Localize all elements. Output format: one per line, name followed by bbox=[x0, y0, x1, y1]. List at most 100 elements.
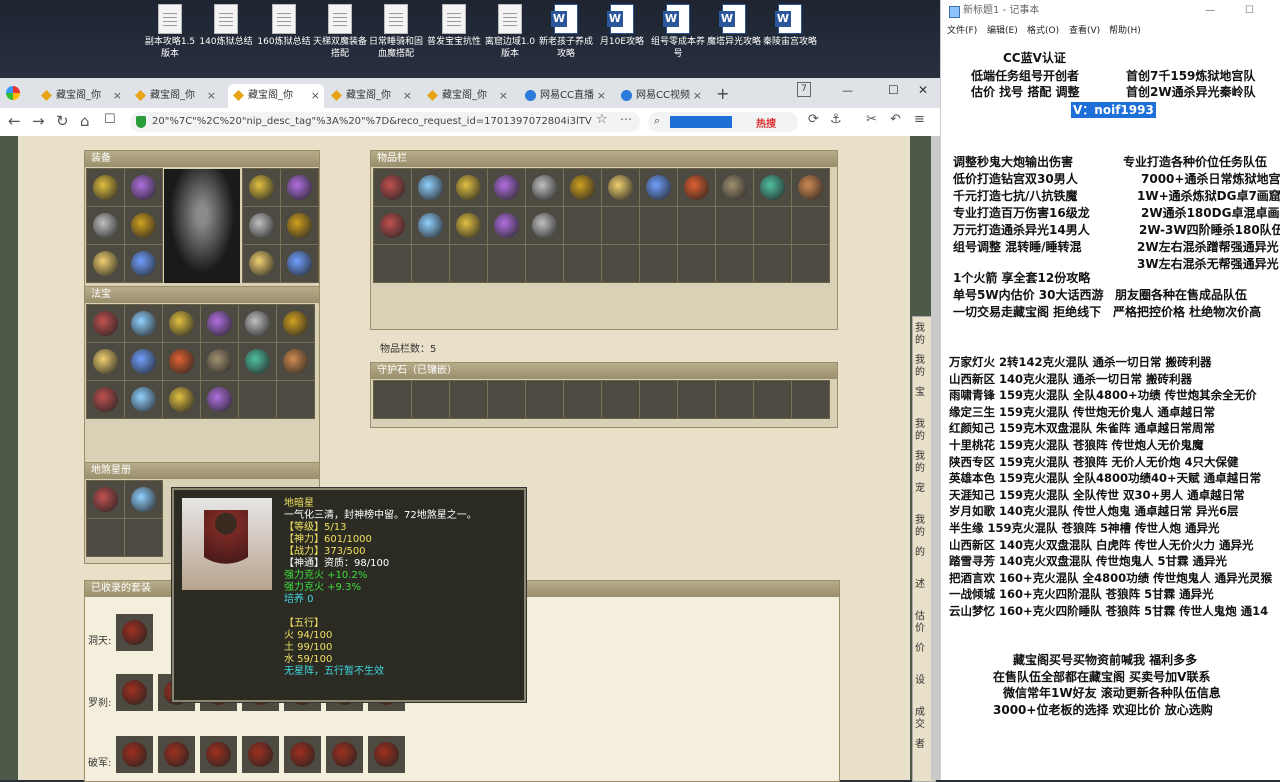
minimize-button[interactable]: — bbox=[842, 84, 853, 97]
guardian-slot[interactable] bbox=[374, 381, 411, 418]
item-slot[interactable] bbox=[754, 207, 791, 244]
set-item[interactable] bbox=[116, 674, 153, 711]
fabao-slot[interactable] bbox=[239, 343, 276, 380]
item-slot[interactable] bbox=[564, 245, 601, 282]
equip-slot[interactable] bbox=[281, 207, 318, 244]
item-slot[interactable] bbox=[678, 207, 715, 244]
equip-slot[interactable] bbox=[125, 169, 162, 206]
browser-tab[interactable]: 藏宝阁_你 × bbox=[36, 84, 126, 108]
item-slot[interactable] bbox=[716, 207, 753, 244]
guardian-slot[interactable] bbox=[412, 381, 449, 418]
item-slot[interactable] bbox=[412, 169, 449, 206]
back-icon[interactable]: ← bbox=[8, 112, 21, 130]
item-slot[interactable] bbox=[792, 245, 829, 282]
browser-tab[interactable]: 网易CC视频 × bbox=[616, 84, 706, 108]
guardian-slot[interactable] bbox=[450, 381, 487, 418]
browser-tab[interactable]: 藏宝阁_你 × bbox=[130, 84, 220, 108]
set-item[interactable] bbox=[368, 736, 405, 773]
guardian-slot[interactable] bbox=[792, 381, 829, 418]
fabao-slot[interactable] bbox=[239, 381, 276, 418]
item-slot[interactable] bbox=[488, 245, 525, 282]
hot-search-label[interactable]: 热搜 bbox=[756, 115, 776, 130]
set-item[interactable] bbox=[116, 736, 153, 773]
fabao-slot[interactable] bbox=[239, 305, 276, 342]
home-icon[interactable]: ⌂ bbox=[80, 112, 90, 130]
menu-icon[interactable]: ≡ bbox=[914, 112, 925, 127]
tab-close-icon[interactable]: × bbox=[693, 84, 702, 108]
fabao-slot[interactable] bbox=[277, 343, 314, 380]
guardian-slot[interactable] bbox=[602, 381, 639, 418]
desktop-icon[interactable]: 天梯双魔装备搭配 bbox=[312, 4, 368, 60]
fabao-slot[interactable] bbox=[87, 343, 124, 380]
notepad-menu-item[interactable]: 帮助(H) bbox=[1109, 22, 1141, 40]
tab-close-icon[interactable]: × bbox=[499, 84, 508, 108]
item-slot[interactable] bbox=[412, 245, 449, 282]
disha-slot[interactable] bbox=[87, 519, 124, 556]
equip-slot[interactable] bbox=[125, 245, 162, 282]
browser-tab[interactable]: 网易CC直播 × bbox=[520, 84, 610, 108]
notepad-menu-item[interactable]: 查看(V) bbox=[1069, 22, 1100, 40]
browser-tab[interactable]: 藏宝阁_你 × bbox=[326, 84, 416, 108]
item-slot[interactable] bbox=[602, 207, 639, 244]
tab-close-icon[interactable]: × bbox=[597, 84, 606, 108]
item-slot[interactable] bbox=[564, 207, 601, 244]
set-item[interactable] bbox=[326, 736, 363, 773]
desktop-icon[interactable]: 离窟边域1.0版本 bbox=[482, 4, 538, 60]
desktop-icon[interactable]: 160炼狱总结 bbox=[256, 4, 312, 48]
item-slot[interactable] bbox=[792, 169, 829, 206]
guardian-slot[interactable] bbox=[488, 381, 525, 418]
desktop-icon[interactable]: 140炼狱总结 bbox=[198, 4, 254, 48]
guardian-slot[interactable] bbox=[564, 381, 601, 418]
equip-slot[interactable] bbox=[281, 169, 318, 206]
item-slot[interactable] bbox=[640, 207, 677, 244]
equip-slot[interactable] bbox=[243, 245, 280, 282]
undo-icon[interactable]: ↶ bbox=[890, 112, 901, 127]
item-slot[interactable] bbox=[526, 169, 563, 206]
desktop-icon[interactable]: 组号零成本养号 bbox=[650, 4, 706, 60]
notepad-maximize-button[interactable]: ☐ bbox=[1245, 0, 1254, 22]
desktop-icon[interactable]: 普发宝宝抗性 bbox=[426, 4, 482, 48]
fabao-slot[interactable] bbox=[163, 381, 200, 418]
item-slot[interactable] bbox=[716, 169, 753, 206]
notepad-minimize-button[interactable]: — bbox=[1205, 0, 1215, 22]
scrollbar[interactable] bbox=[931, 136, 940, 780]
browser-logo-icon[interactable] bbox=[6, 86, 20, 100]
guardian-slot[interactable] bbox=[526, 381, 563, 418]
item-slot[interactable] bbox=[526, 245, 563, 282]
fabao-slot[interactable] bbox=[125, 381, 162, 418]
more-icon[interactable]: ⋯ bbox=[620, 112, 632, 126]
desktop-icon[interactable]: 日常睡骑和固血魔搭配 bbox=[368, 4, 424, 60]
bookmark-icon[interactable]: ☐ bbox=[104, 112, 116, 127]
item-slot[interactable] bbox=[640, 245, 677, 282]
item-slot[interactable] bbox=[754, 245, 791, 282]
guardian-slot[interactable] bbox=[640, 381, 677, 418]
tab-close-icon[interactable]: × bbox=[207, 84, 216, 108]
search-input[interactable]: ⌕ 热搜 bbox=[648, 112, 798, 132]
equip-slot[interactable] bbox=[87, 169, 124, 206]
maximize-button[interactable]: ☐ bbox=[888, 83, 899, 97]
item-slot[interactable] bbox=[488, 169, 525, 206]
disha-slot[interactable] bbox=[125, 519, 162, 556]
item-slot[interactable] bbox=[450, 169, 487, 206]
item-slot[interactable] bbox=[602, 245, 639, 282]
cut-icon[interactable]: ✂ bbox=[866, 112, 877, 127]
desktop-icon[interactable]: 副本攻略1.5版本 bbox=[142, 4, 198, 60]
fabao-slot[interactable] bbox=[125, 305, 162, 342]
fabao-slot[interactable] bbox=[87, 381, 124, 418]
close-button[interactable]: ✕ bbox=[918, 83, 928, 97]
disha-slot[interactable] bbox=[87, 481, 124, 518]
fabao-slot[interactable] bbox=[201, 305, 238, 342]
reload-icon[interactable]: ↻ bbox=[56, 112, 69, 130]
item-slot[interactable] bbox=[564, 169, 601, 206]
tab-close-icon[interactable]: × bbox=[311, 84, 320, 108]
fabao-slot[interactable] bbox=[201, 381, 238, 418]
item-slot[interactable] bbox=[374, 245, 411, 282]
guardian-slot[interactable] bbox=[754, 381, 791, 418]
fabao-slot[interactable] bbox=[163, 343, 200, 380]
tab-search-icon[interactable]: 7 bbox=[797, 82, 811, 97]
desktop-icon[interactable]: 月10E攻略 bbox=[594, 4, 650, 48]
new-tab-button[interactable]: + bbox=[716, 84, 729, 103]
tab-close-icon[interactable]: × bbox=[403, 84, 412, 108]
notepad-text-area[interactable]: CC蓝V认证 低端任务组号开创者 首创7千159炼狱地宫队 估价 找号 搭配 调整 首创… bbox=[941, 40, 1280, 780]
equip-slot[interactable] bbox=[87, 245, 124, 282]
